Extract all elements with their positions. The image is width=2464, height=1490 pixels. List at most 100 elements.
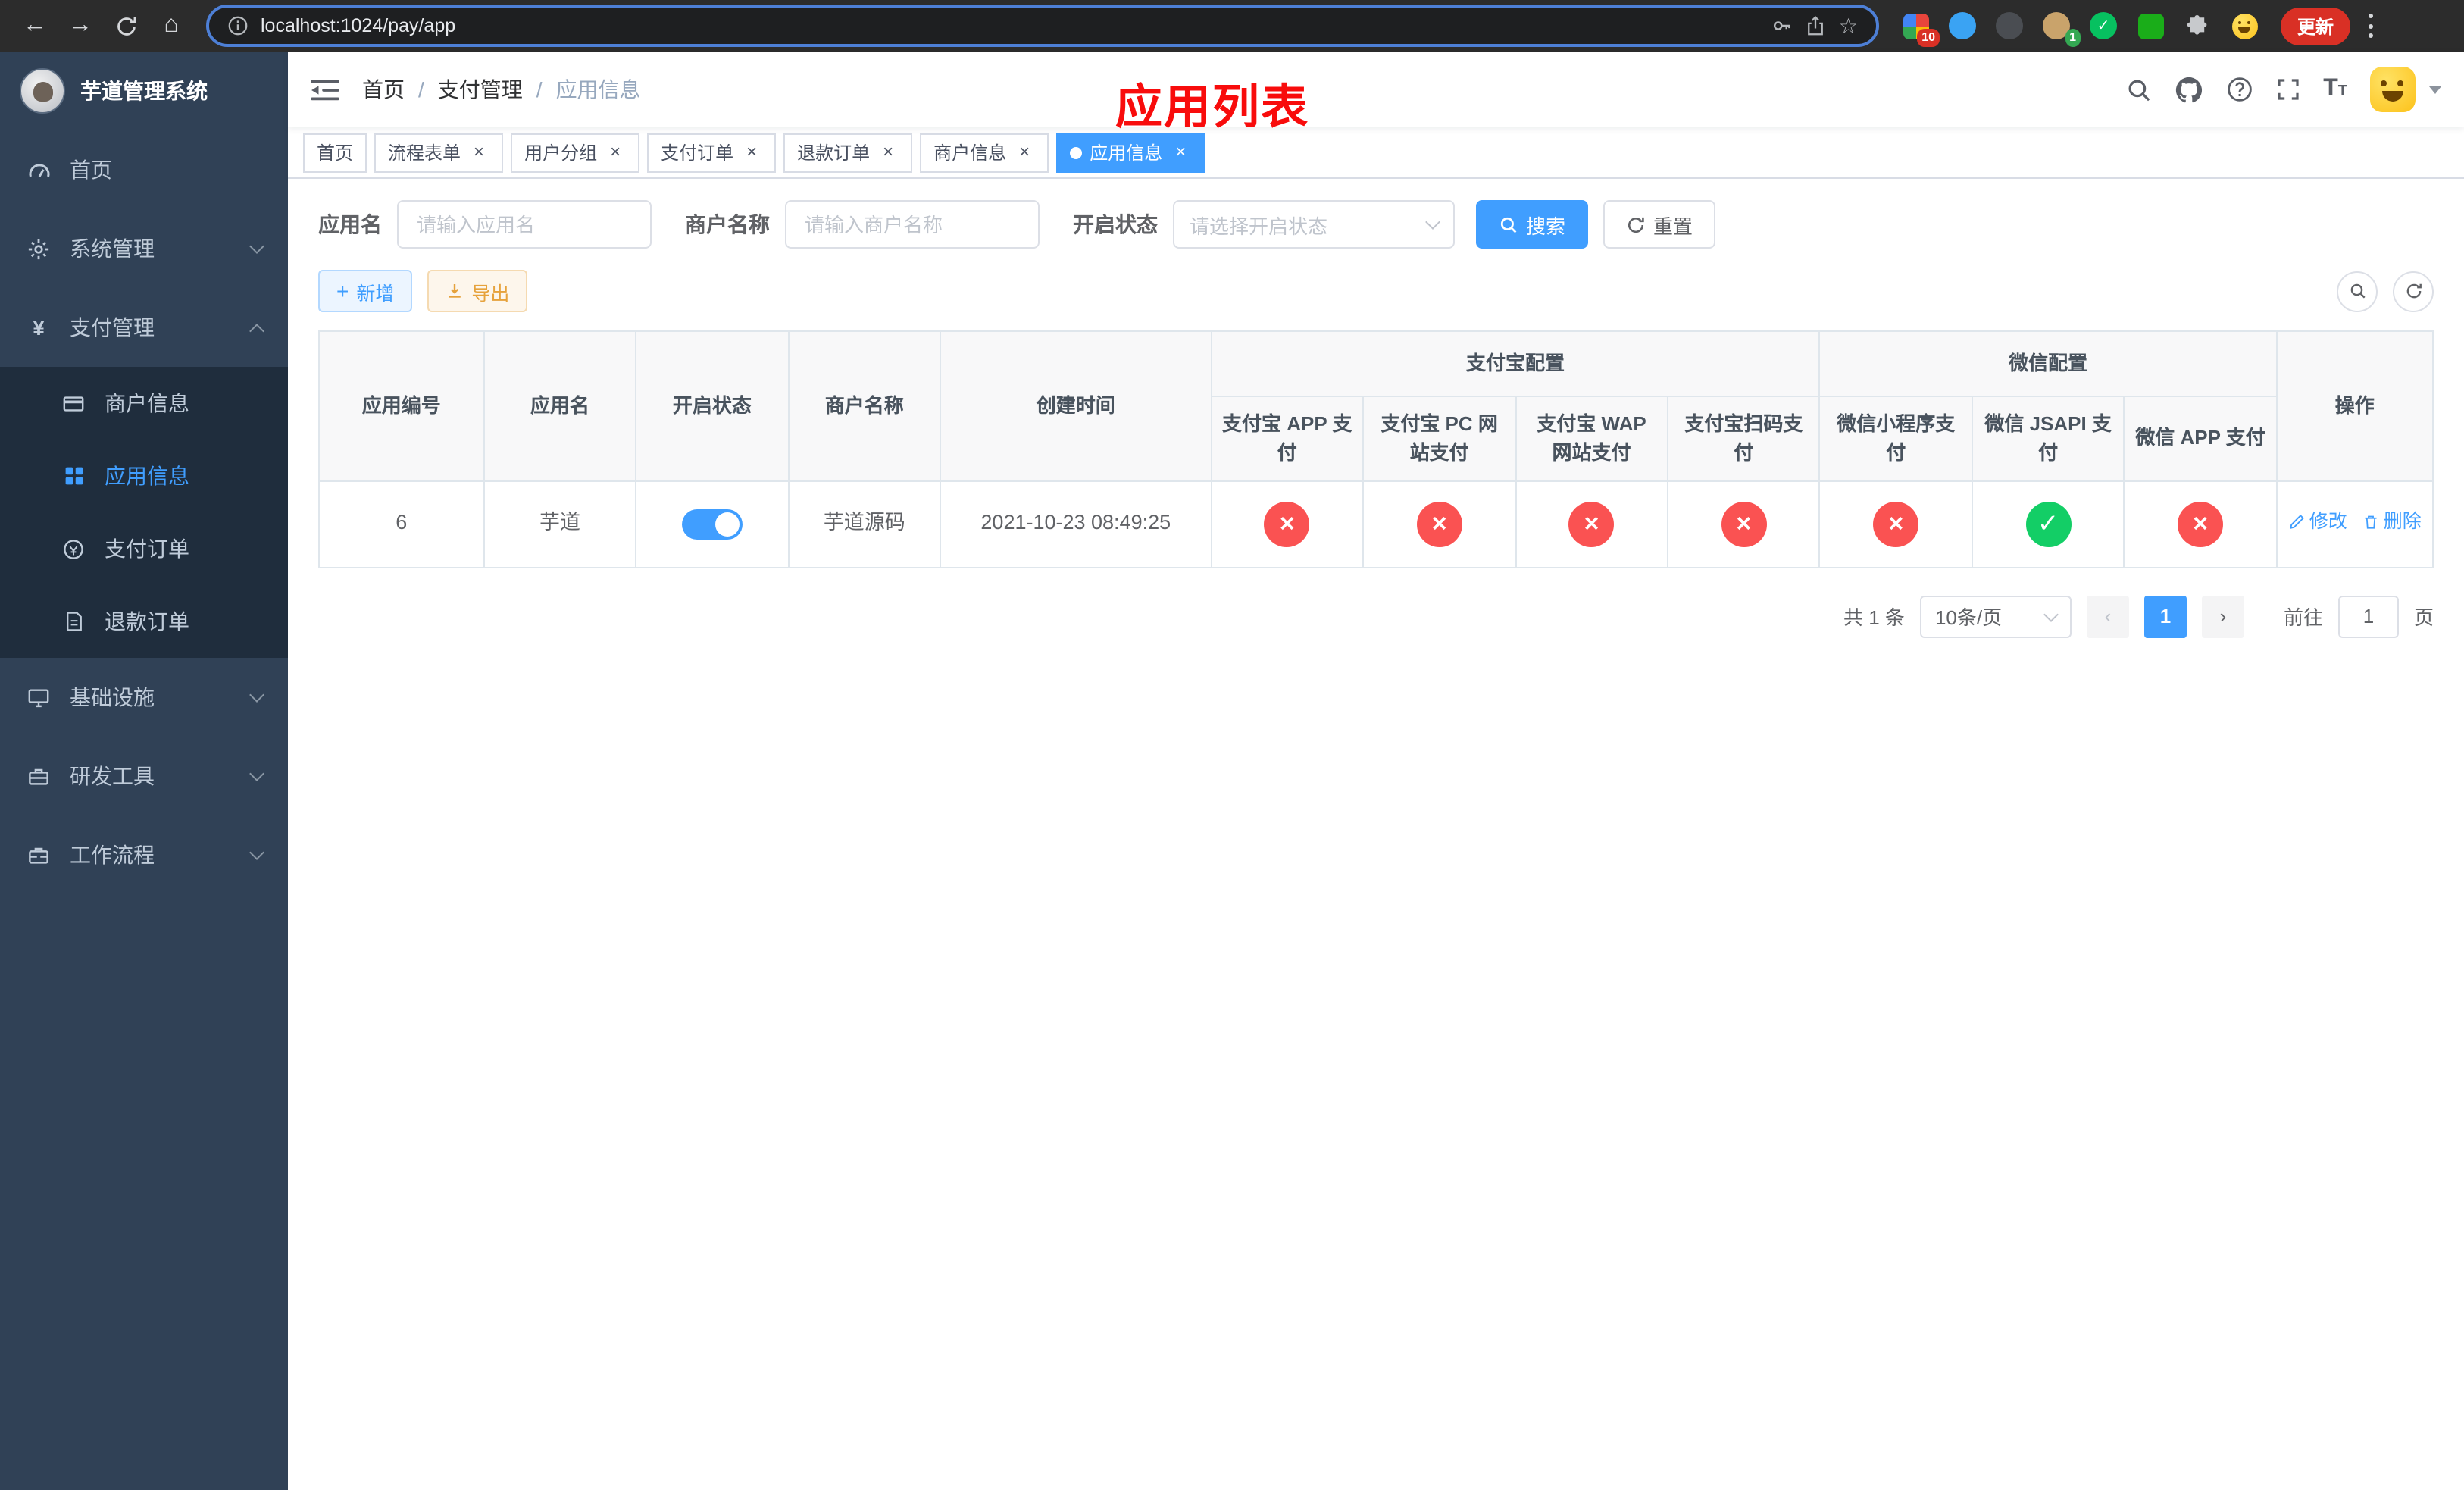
chevron-down-icon xyxy=(249,687,264,703)
col-header-app-name: 应用名 xyxy=(483,330,637,481)
sidebar-item-dev-tools[interactable]: 研发工具 xyxy=(0,737,288,815)
close-icon[interactable]: × xyxy=(741,141,762,163)
dashboard-icon xyxy=(26,158,52,182)
tab-label: 退款订单 xyxy=(797,142,871,164)
col-group-wechat: 微信配置 xyxy=(1818,330,2278,396)
reload-icon[interactable] xyxy=(106,6,145,45)
chevron-down-icon xyxy=(1425,214,1440,230)
browser-menu-icon[interactable] xyxy=(2369,14,2375,38)
page-size-select[interactable]: 10条/页 xyxy=(1919,595,2072,637)
search-icon[interactable] xyxy=(2126,77,2152,102)
github-icon[interactable] xyxy=(2175,75,2203,104)
back-icon[interactable]: ← xyxy=(15,6,55,45)
tab-label: 首页 xyxy=(317,142,354,164)
collapse-sidebar-icon[interactable] xyxy=(311,77,339,102)
address-bar[interactable]: localhost:1024/pay/app ☆ xyxy=(206,5,1879,47)
extension-green-icon[interactable] xyxy=(2135,11,2165,41)
extensions-row: 10 1 ✓ xyxy=(1900,11,2259,47)
sidebar-item-infra[interactable]: 基础设施 xyxy=(0,658,288,737)
close-icon[interactable]: × xyxy=(877,141,899,163)
breadcrumb-home[interactable]: 首页 xyxy=(362,74,405,105)
next-page-button[interactable]: › xyxy=(2201,595,2244,637)
export-button[interactable]: 导出 xyxy=(427,270,528,312)
yen-icon: ¥ xyxy=(33,315,45,340)
reset-button-label: 重置 xyxy=(1653,214,1693,237)
col-header-app-id: 应用编号 xyxy=(318,330,485,481)
gear-icon xyxy=(26,237,52,260)
sidebar-item-home[interactable]: 首页 xyxy=(0,130,288,209)
sidebar-item-app-info[interactable]: 应用信息 xyxy=(0,440,288,512)
main-area: 首页 / 支付管理 / 应用信息 T T 首页 流程表单 × 用户分组 × 支付… xyxy=(288,52,2464,1490)
tab-label: 应用信息 xyxy=(1090,142,1163,164)
extension-dark-icon[interactable] xyxy=(1994,11,2025,41)
sidebar-item-workflow[interactable]: 工作流程 xyxy=(0,815,288,894)
user-avatar[interactable] xyxy=(2370,67,2416,112)
tab-user-group[interactable]: 用户分组 × xyxy=(511,133,640,172)
close-icon[interactable]: × xyxy=(1014,141,1035,163)
prev-page-button[interactable]: ‹ xyxy=(2086,595,2129,637)
url-text[interactable]: localhost:1024/pay/app xyxy=(261,15,455,36)
sidebar-item-label: 支付管理 xyxy=(70,315,155,340)
alipay-pc-status-icon: × xyxy=(1416,501,1462,546)
sidebar-item-refund-order[interactable]: 退款订单 xyxy=(0,585,288,658)
tab-app-info[interactable]: 应用信息 × xyxy=(1056,133,1205,172)
col-header-alipay-app: 支付宝 APP 支付 xyxy=(1210,395,1365,481)
extensions-puzzle-icon[interactable] xyxy=(2182,11,2212,41)
toggle-search-icon[interactable] xyxy=(2337,271,2378,311)
sidebar-item-merchant-info[interactable]: 商户信息 xyxy=(0,367,288,440)
info-icon[interactable] xyxy=(227,15,249,36)
home-icon[interactable]: ⌂ xyxy=(152,6,191,45)
tab-process-form[interactable]: 流程表单 × xyxy=(374,133,504,172)
tab-pay-order[interactable]: 支付订单 × xyxy=(647,133,777,172)
delete-button[interactable]: 删除 xyxy=(2362,508,2422,537)
status-switch[interactable] xyxy=(681,509,743,540)
tab-label: 支付订单 xyxy=(661,142,734,164)
caret-down-icon[interactable] xyxy=(2429,86,2441,93)
trash-icon xyxy=(2365,515,2377,529)
cell-created: 2021-10-23 08:49:25 xyxy=(940,480,1212,568)
sidebar-item-system[interactable]: 系统管理 xyxy=(0,209,288,288)
merchant-name-input[interactable] xyxy=(785,200,1040,249)
breadcrumb-section[interactable]: 支付管理 xyxy=(438,74,523,105)
font-size-icon[interactable]: TT xyxy=(2323,76,2347,103)
tab-home[interactable]: 首页 xyxy=(303,133,367,172)
share-icon[interactable] xyxy=(1806,15,1827,36)
col-header-status: 开启状态 xyxy=(635,330,790,481)
extension-check-icon[interactable]: ✓ xyxy=(2088,11,2118,41)
edit-button[interactable]: 修改 xyxy=(2288,508,2347,537)
extension-colorful-icon[interactable]: 10 xyxy=(1900,11,1940,47)
help-icon[interactable] xyxy=(2226,76,2253,103)
extension-blue-icon[interactable] xyxy=(1947,11,1978,41)
sidebar-item-payment[interactable]: ¥ 支付管理 xyxy=(0,288,288,367)
forward-icon[interactable]: → xyxy=(61,6,100,45)
extension-avatar-icon[interactable]: 1 xyxy=(2041,11,2081,47)
add-button[interactable]: + 新增 xyxy=(318,270,413,312)
close-icon[interactable]: × xyxy=(605,141,626,163)
page-number-button[interactable]: 1 xyxy=(2143,595,2187,637)
alipay-wap-status-icon: × xyxy=(1568,501,1615,546)
sidebar-item-pay-order[interactable]: 支付订单 xyxy=(0,512,288,585)
breadcrumb: 首页 / 支付管理 / 应用信息 xyxy=(362,74,641,105)
app-name-input[interactable] xyxy=(397,200,652,249)
status-label: 开启状态 xyxy=(1073,212,1158,236)
reset-button[interactable]: 重置 xyxy=(1603,200,1716,249)
close-icon[interactable]: × xyxy=(468,141,489,163)
search-button[interactable]: 搜索 xyxy=(1476,200,1589,249)
tab-refund-order[interactable]: 退款订单 × xyxy=(783,133,913,172)
goto-page-input[interactable] xyxy=(2337,595,2399,637)
refresh-icon[interactable] xyxy=(2393,271,2434,311)
status-select[interactable]: 请选择开启状态 xyxy=(1173,200,1455,249)
fullscreen-icon[interactable] xyxy=(2276,77,2300,102)
credit-card-icon xyxy=(61,392,86,415)
key-icon[interactable] xyxy=(1772,15,1793,36)
app-logo[interactable]: 芋道管理系统 xyxy=(0,52,288,130)
workflow-icon xyxy=(26,844,52,866)
extension-emoji-icon[interactable] xyxy=(2229,11,2259,41)
col-header-wx-mini: 微信小程序支付 xyxy=(1818,395,1973,481)
page-content: 应用名 商户名称 开启状态 请选择开启状态 搜索 xyxy=(288,179,2464,1490)
browser-update-button[interactable]: 更新 xyxy=(2281,7,2351,45)
wx-mini-status-icon: × xyxy=(1873,501,1919,546)
tab-merchant-info[interactable]: 商户信息 × xyxy=(920,133,1049,172)
close-icon[interactable]: × xyxy=(1170,141,1191,163)
bookmark-star-icon[interactable]: ☆ xyxy=(1839,13,1858,39)
